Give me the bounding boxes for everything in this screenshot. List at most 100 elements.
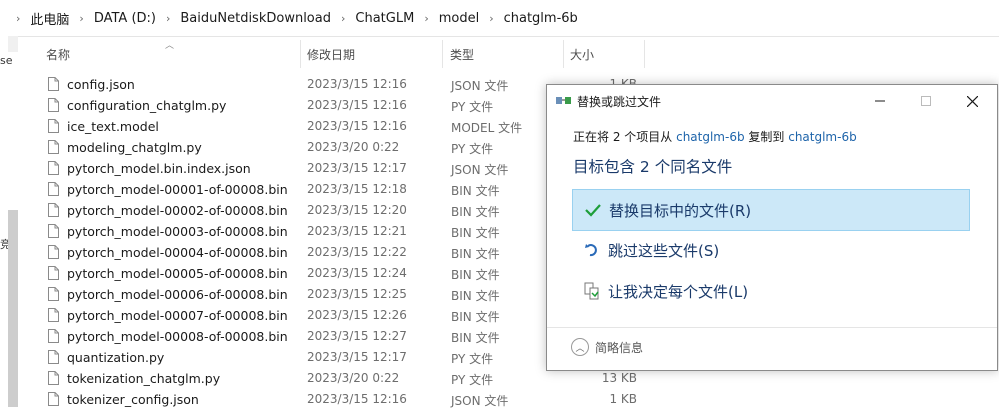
breadcrumb-item-this-pc[interactable]: 此电脑	[30, 9, 69, 28]
file-type: PY 文件	[451, 142, 494, 156]
file-type: BIN 文件	[451, 268, 500, 282]
chevron-right-icon[interactable]: ›	[166, 12, 170, 25]
copy-status-prefix: 正在将 2 个项目从	[573, 130, 677, 144]
file-name: pytorch_model-00003-of-00008.bin	[67, 224, 288, 239]
chevron-right-icon[interactable]: ›	[16, 12, 20, 25]
file-icon	[48, 350, 59, 364]
copy-files-icon	[556, 97, 571, 104]
file-name: tokenization_chatglm.py	[67, 371, 221, 386]
address-bar[interactable]: › 此电脑 › DATA (D:) › BaiduNetdiskDownload…	[0, 0, 999, 37]
replace-files-label: 替换目标中的文件(R)	[609, 201, 752, 220]
file-modified-date: 2023/3/15 12:27	[307, 329, 407, 343]
file-modified-date: 2023/3/15 12:25	[307, 287, 407, 301]
chevron-up-icon: ︿	[571, 338, 589, 356]
file-icon	[48, 161, 59, 175]
column-header-name[interactable]: 名称	[46, 46, 70, 63]
file-type: BIN 文件	[451, 247, 500, 261]
file-type: JSON 文件	[451, 394, 509, 408]
replace-files-option[interactable]: 替换目标中的文件(R)	[572, 189, 970, 231]
file-size: 13 KB	[601, 371, 637, 385]
chevron-right-icon[interactable]: ›	[79, 12, 83, 25]
copy-status-middle: 复制到	[744, 130, 789, 144]
file-name: pytorch_model-00005-of-00008.bin	[67, 266, 288, 281]
file-modified-date: 2023/3/15 12:16	[307, 119, 407, 133]
breadcrumb-item-model[interactable]: model	[439, 11, 479, 26]
file-modified-date: 2023/3/20 0:22	[307, 371, 400, 385]
close-button[interactable]	[949, 85, 995, 117]
column-header-size[interactable]: 大小	[570, 46, 594, 63]
file-type: PY 文件	[451, 100, 494, 114]
file-modified-date: 2023/3/15 12:16	[307, 77, 407, 91]
file-type: PY 文件	[451, 373, 494, 387]
file-name: pytorch_model-00002-of-00008.bin	[67, 203, 288, 218]
file-icon	[48, 77, 59, 91]
file-name: pytorch_model-00006-of-00008.bin	[67, 287, 288, 302]
file-type: MODEL 文件	[451, 121, 523, 135]
chevron-right-icon[interactable]: ›	[341, 12, 345, 25]
copy-status-text: 正在将 2 个项目从 chatglm-6b 复制到 chatglm-6b	[573, 128, 857, 145]
file-type: PY 文件	[451, 352, 494, 366]
destination-folder-link[interactable]: chatglm-6b	[788, 130, 856, 144]
checkmark-icon	[581, 203, 605, 217]
chevron-right-icon[interactable]: ›	[489, 12, 493, 25]
dialog-titlebar[interactable]: 替换或跳过文件	[547, 85, 997, 117]
breadcrumb: › 此电脑 › DATA (D:) › BaiduNetdiskDownload…	[0, 6, 999, 30]
breadcrumb-item-chatglm[interactable]: ChatGLM	[355, 11, 414, 26]
maximize-button[interactable]	[903, 85, 949, 117]
file-size: 1 KB	[609, 392, 637, 406]
close-icon	[966, 95, 978, 107]
file-name: configuration_chatglm.py	[67, 98, 227, 113]
file-name: modeling_chatglm.py	[67, 140, 202, 155]
file-icon	[48, 266, 59, 280]
column-divider[interactable]	[300, 40, 301, 68]
file-row[interactable]: tokenization_chatglm.py 2023/3/20 0:22 PY …	[0, 368, 999, 389]
file-modified-date: 2023/3/15 12:17	[307, 350, 407, 364]
column-divider[interactable]	[563, 40, 564, 68]
file-icon	[48, 329, 59, 343]
sort-ascending-icon: ︿	[165, 41, 175, 51]
file-icon	[48, 371, 59, 385]
nav-label-partial[interactable]: se	[0, 54, 12, 67]
file-name: ice_text.model	[67, 119, 159, 134]
fewer-details-label: 简略信息	[595, 340, 644, 355]
file-name: config.json	[67, 77, 135, 92]
file-name: tokenizer_config.json	[67, 392, 199, 407]
file-modified-date: 2023/3/20 0:22	[307, 140, 400, 154]
file-name: pytorch_model-00007-of-00008.bin	[67, 308, 288, 323]
chevron-right-icon[interactable]: ›	[424, 12, 428, 25]
file-type: BIN 文件	[451, 331, 500, 345]
file-icon	[48, 98, 59, 112]
decide-each-option[interactable]: 让我决定每个文件(L)	[572, 271, 968, 311]
file-icon	[48, 119, 59, 133]
scrollbar-track[interactable]	[8, 36, 18, 52]
fewer-details-button[interactable]: ︿ 简略信息	[571, 338, 643, 356]
minimize-button[interactable]	[857, 85, 903, 117]
file-name: pytorch_model.bin.index.json	[67, 161, 251, 176]
breadcrumb-item-drive[interactable]: DATA (D:)	[94, 11, 156, 26]
file-modified-date: 2023/3/15 12:16	[307, 392, 407, 406]
file-type: JSON 文件	[451, 79, 509, 93]
file-type: BIN 文件	[451, 205, 500, 219]
file-name: pytorch_model-00008-of-00008.bin	[67, 329, 288, 344]
file-icon	[48, 392, 59, 406]
source-folder-link[interactable]: chatglm-6b	[676, 130, 744, 144]
skip-files-label: 跳过这些文件(S)	[608, 241, 720, 260]
column-divider[interactable]	[644, 40, 645, 68]
column-header-date[interactable]: 修改日期	[307, 46, 355, 63]
file-icon	[48, 203, 59, 217]
breadcrumb-item-baidu[interactable]: BaiduNetdiskDownload	[180, 11, 331, 26]
column-header-row: ︿ 名称 修改日期 类型 大小	[30, 36, 999, 72]
column-header-type[interactable]: 类型	[450, 46, 474, 63]
file-name: pytorch_model-00004-of-00008.bin	[67, 245, 288, 260]
column-divider[interactable]	[442, 40, 443, 68]
file-name: quantization.py	[67, 350, 165, 365]
file-icon	[48, 182, 59, 196]
breadcrumb-item-chatglm-6b[interactable]: chatglm-6b	[504, 11, 578, 26]
dialog-title: 替换或跳过文件	[577, 95, 662, 109]
compare-files-icon	[580, 282, 604, 300]
skip-files-option[interactable]: 跳过这些文件(S)	[572, 230, 968, 270]
dialog-heading: 目标包含 2 个同名文件	[573, 158, 733, 176]
file-type: BIN 文件	[451, 289, 500, 303]
file-modified-date: 2023/3/15 12:18	[307, 182, 407, 196]
file-modified-date: 2023/3/15 12:26	[307, 308, 407, 322]
